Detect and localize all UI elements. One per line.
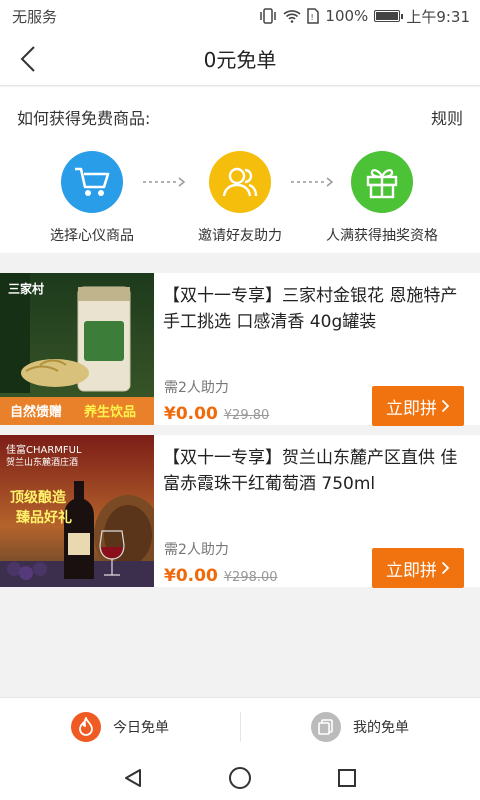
tab-label: 我的免单 xyxy=(353,719,409,736)
join-button-label: 立即拼 xyxy=(386,560,437,581)
how-to-header: 如何获得免费商品: 规则 xyxy=(0,87,480,129)
price-row: ¥0.00 ¥29.80 xyxy=(164,404,269,424)
image-banner-right: 养生饮品 xyxy=(84,405,137,420)
page-title: 0元免单 xyxy=(203,48,277,72)
step-label: 选择心仪商品 xyxy=(50,228,134,244)
circle-home-icon xyxy=(228,766,251,789)
step-choose-product: 选择心仪商品 xyxy=(22,151,162,245)
tab-my-free[interactable]: 我的免单 xyxy=(240,698,480,755)
clock: 上午9:31 xyxy=(406,7,470,26)
nav-home-button[interactable] xyxy=(220,758,260,798)
tab-label: 今日免单 xyxy=(113,719,169,736)
how-to-section: 如何获得免费商品: 规则 选择心仪商品 邀请好友助力 人满获得抽奖资格 xyxy=(0,87,480,253)
need-helpers-text: 需2人助力 xyxy=(164,542,229,558)
steps-row: 选择心仪商品 邀请好友助力 人满获得抽奖资格 xyxy=(0,151,480,244)
rules-link[interactable]: 规则 xyxy=(431,105,463,129)
step-label: 邀请好友助力 xyxy=(198,228,282,244)
back-button[interactable] xyxy=(10,41,46,77)
join-now-button[interactable]: 立即拼 xyxy=(372,548,464,588)
price-row: ¥0.00 ¥298.00 xyxy=(164,566,278,586)
header: 0元免单 xyxy=(0,32,480,86)
image-brand-text: 三家村 xyxy=(8,282,45,296)
price: ¥0.00 xyxy=(164,566,218,586)
system-nav-bar xyxy=(0,755,480,800)
image-sub-text: 贺兰山东麓酒庄酒 xyxy=(6,458,79,468)
people-icon xyxy=(209,151,271,213)
status-icons: ! 100% 上午9:31 xyxy=(259,6,470,27)
battery-percent: 100% xyxy=(325,7,369,25)
chevron-left-icon xyxy=(20,46,35,72)
svg-text:!: ! xyxy=(311,13,314,22)
image-brand-text: 佳富CHARMFUL xyxy=(6,445,82,456)
status-bar: 无服务 ! 100% 上午9:31 xyxy=(0,0,480,32)
chevron-right-icon xyxy=(441,399,450,413)
sim-icon: ! xyxy=(307,8,320,24)
bottom-tab-bar: 今日免单 我的免单 xyxy=(0,697,480,755)
copy-icon xyxy=(311,711,341,742)
product-image-wine[interactable]: 佳富CHARMFUL 贺兰山东麓酒庄酒 顶级酿造 臻品好礼 xyxy=(0,435,154,587)
how-to-label: 如何获得免费商品: xyxy=(17,109,151,128)
product-title[interactable]: 【双十一专享】三家村金银花 恩施特产 手工挑选 口感清香 40g罐装 xyxy=(163,283,468,335)
battery-icon xyxy=(374,10,404,22)
chevron-right-icon xyxy=(441,561,450,575)
join-now-button[interactable]: 立即拼 xyxy=(372,386,464,426)
wifi-icon xyxy=(283,9,301,23)
original-price: ¥29.80 xyxy=(223,408,270,423)
carrier-text: 无服务 xyxy=(12,7,58,26)
image-banner-left: 自然馈赠 xyxy=(10,405,63,420)
flame-icon xyxy=(71,711,101,742)
need-helpers-text: 需2人助力 xyxy=(164,380,229,396)
step-invite-friends: 邀请好友助力 xyxy=(170,151,310,245)
original-price: ¥298.00 xyxy=(223,570,278,585)
triangle-back-icon xyxy=(125,768,142,787)
step-get-lottery: 人满获得抽奖资格 xyxy=(312,151,452,245)
product-card[interactable]: 三家村 自然馈赠 养生饮品 【双十一专享】三家村金银花 恩施特产 手工挑选 口感… xyxy=(0,273,480,426)
nav-back-button[interactable] xyxy=(113,758,153,798)
step-label: 人满获得抽奖资格 xyxy=(326,228,438,244)
gift-icon xyxy=(351,151,413,213)
cart-icon xyxy=(61,151,123,213)
vibrate-icon xyxy=(259,8,277,24)
image-slogan-2: 臻品好礼 xyxy=(16,510,72,526)
product-image-honeysuckle[interactable]: 三家村 自然馈赠 养生饮品 xyxy=(0,273,154,425)
product-title[interactable]: 【双十一专享】贺兰山东麓产区直供 佳富赤霞珠干红葡萄酒 750ml xyxy=(163,445,468,497)
tab-today-free[interactable]: 今日免单 xyxy=(0,698,240,755)
join-button-label: 立即拼 xyxy=(386,398,437,419)
product-card[interactable]: 佳富CHARMFUL 贺兰山东麓酒庄酒 顶级酿造 臻品好礼 【双十一专享】贺兰山… xyxy=(0,435,480,588)
price: ¥0.00 xyxy=(164,404,218,424)
square-recents-icon xyxy=(337,768,356,787)
nav-recents-button[interactable] xyxy=(327,758,367,798)
image-slogan-1: 顶级酿造 xyxy=(10,490,66,506)
